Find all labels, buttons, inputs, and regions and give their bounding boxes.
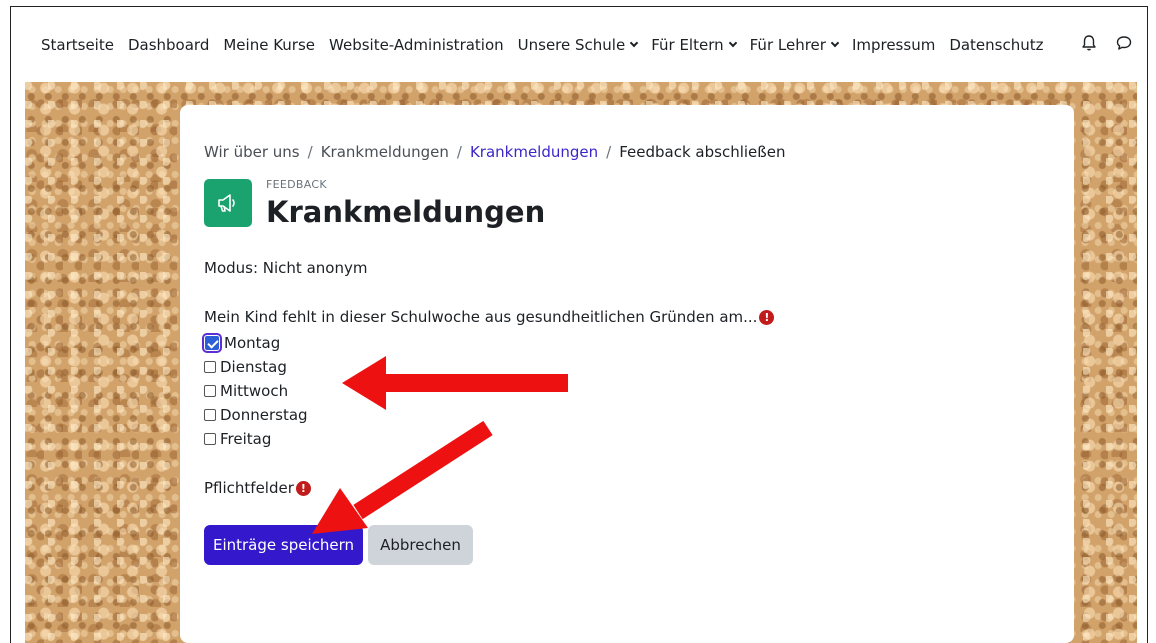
checkbox-mittwoch[interactable]: [204, 385, 216, 397]
nav-fuer-lehrer-dropdown[interactable]: Für Lehrer: [749, 35, 840, 54]
required-fields-note: Pflichtfelder !: [204, 479, 311, 497]
content-card: Wir über uns / Krankmeldungen / Krankmel…: [180, 105, 1074, 643]
breadcrumb-item-wir-ueber-uns[interactable]: Wir über uns: [204, 143, 300, 161]
chat-bubble-icon[interactable]: [1115, 34, 1133, 56]
nav-impressum[interactable]: Impressum: [852, 36, 935, 54]
nav-label: Datenschutz: [949, 35, 1044, 54]
option-label: Montag: [224, 334, 281, 352]
nav-label: Meine Kurse: [223, 35, 316, 54]
chevron-down-icon: [728, 38, 737, 47]
nav-label: Für Lehrer: [749, 35, 826, 54]
module-type-label: FEEDBACK: [266, 178, 327, 191]
nav-label: Website-Administration: [329, 35, 504, 54]
save-entries-button[interactable]: Einträge speichern: [204, 525, 363, 565]
option-freitag[interactable]: Freitag: [204, 427, 308, 451]
nav-startseite[interactable]: Startseite: [41, 36, 114, 54]
breadcrumb-item-current: Feedback abschließen: [619, 143, 786, 161]
question-label: Mein Kind fehlt in dieser Schulwoche aus…: [204, 308, 775, 326]
breadcrumb-separator: /: [606, 143, 612, 161]
cancel-button[interactable]: Abbrechen: [368, 525, 473, 565]
nav-fuer-eltern-dropdown[interactable]: Für Eltern: [651, 35, 737, 54]
option-label: Mittwoch: [220, 382, 289, 400]
nav-meine-kurse[interactable]: Meine Kurse: [223, 36, 315, 54]
option-label: Freitag: [220, 430, 272, 448]
breadcrumb-item-krankmeldungen-activity[interactable]: Krankmeldungen: [470, 143, 598, 161]
checkbox-group: Montag Dienstag Mittwoch Donnerstag Frei…: [202, 331, 308, 451]
top-navbar: Startseite Dashboard Meine Kurse Website…: [11, 7, 1147, 82]
breadcrumb-separator: /: [456, 143, 462, 161]
option-dienstag[interactable]: Dienstag: [204, 355, 308, 379]
nav-datenschutz[interactable]: Datenschutz: [949, 36, 1043, 54]
nav-label: Unsere Schule: [517, 35, 626, 54]
required-icon: !: [759, 309, 775, 325]
nav-dashboard[interactable]: Dashboard: [128, 36, 209, 54]
page-title: Krankmeldungen: [266, 195, 546, 229]
nav-label: Für Eltern: [651, 35, 724, 54]
breadcrumb-separator: /: [307, 143, 313, 161]
option-donnerstag[interactable]: Donnerstag: [204, 403, 308, 427]
required-note-text: Pflichtfelder: [204, 479, 294, 497]
option-label: Dienstag: [220, 358, 287, 376]
chevron-down-icon: [830, 38, 840, 47]
checkbox-dienstag[interactable]: [204, 361, 216, 373]
option-montag[interactable]: Montag: [202, 331, 308, 355]
breadcrumb-item-krankmeldungen-section[interactable]: Krankmeldungen: [321, 143, 449, 161]
question-text: Mein Kind fehlt in dieser Schulwoche aus…: [204, 308, 758, 326]
nav-label: Dashboard: [127, 35, 210, 54]
feedback-module-icon: [204, 179, 252, 227]
checkbox-montag[interactable]: [202, 333, 222, 353]
nav-label: Startseite: [41, 35, 114, 54]
nav-unsere-schule-dropdown[interactable]: Unsere Schule: [517, 35, 639, 54]
megaphone-icon: [218, 194, 235, 212]
checkbox-donnerstag[interactable]: [204, 409, 216, 421]
nav-website-administration[interactable]: Website-Administration: [329, 36, 504, 54]
breadcrumb: Wir über uns / Krankmeldungen / Krankmel…: [204, 143, 785, 161]
mode-text: Modus: Nicht anonym: [204, 259, 368, 277]
checkbox-freitag[interactable]: [204, 433, 216, 445]
option-label: Donnerstag: [220, 406, 308, 424]
option-mittwoch[interactable]: Mittwoch: [204, 379, 308, 403]
nav-label: Impressum: [851, 35, 936, 54]
required-icon: !: [295, 480, 311, 496]
nav-icons: [1081, 34, 1133, 56]
chevron-down-icon: [629, 38, 639, 47]
bell-icon[interactable]: [1081, 34, 1097, 56]
